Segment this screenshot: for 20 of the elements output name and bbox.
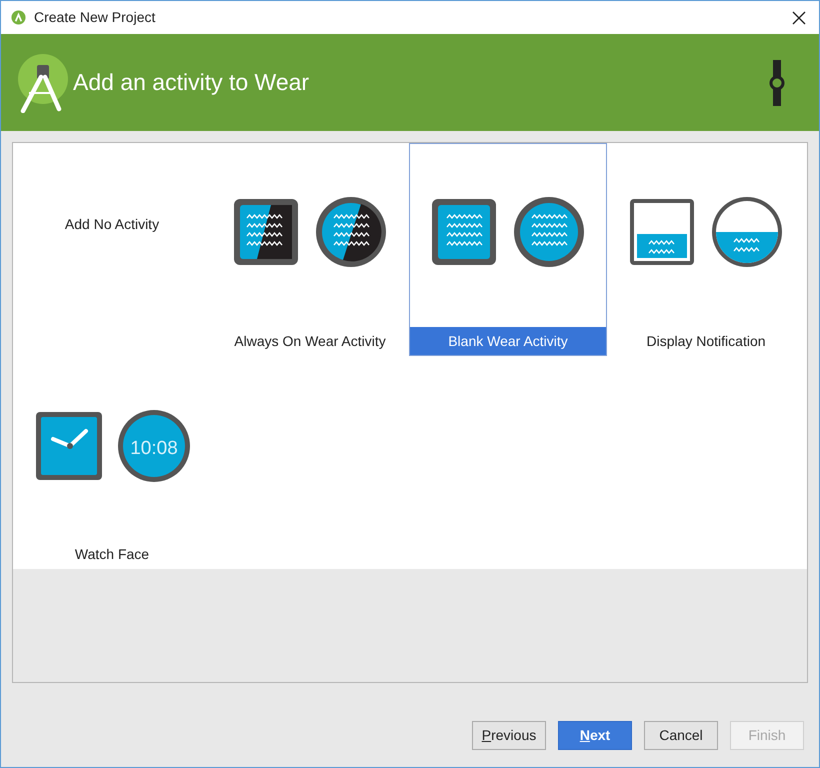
app-icon (11, 10, 26, 25)
template-card[interactable]: Display Notification (607, 143, 805, 356)
dialog-button[interactable]: Next (558, 721, 632, 750)
template-card[interactable]: Add No Activity (13, 143, 211, 356)
android-studio-icon (17, 52, 69, 112)
dialog-button[interactable]: Cancel (644, 721, 718, 750)
template-card[interactable]: Always On Wear Activity (211, 143, 409, 356)
window-title: Create New Project (34, 8, 156, 27)
smartwatch-icon (769, 60, 785, 106)
clock-time: 10:08 (130, 438, 178, 459)
template-card[interactable]: 10:08 Watch Face (13, 356, 211, 569)
close-icon[interactable] (792, 10, 806, 24)
template-label: Always On Wear Activity (234, 332, 386, 351)
header-title: Add an activity to Wear (73, 68, 310, 98)
template-label: Add No Activity (64, 215, 160, 234)
template-label: Watch Face (74, 544, 150, 564)
dialog-button[interactable]: Previous (472, 721, 546, 750)
template-card[interactable]: Blank Wear Activity (409, 143, 607, 356)
template-label: Display Notification (646, 332, 766, 351)
template-label: Blank Wear Activity (448, 332, 568, 351)
